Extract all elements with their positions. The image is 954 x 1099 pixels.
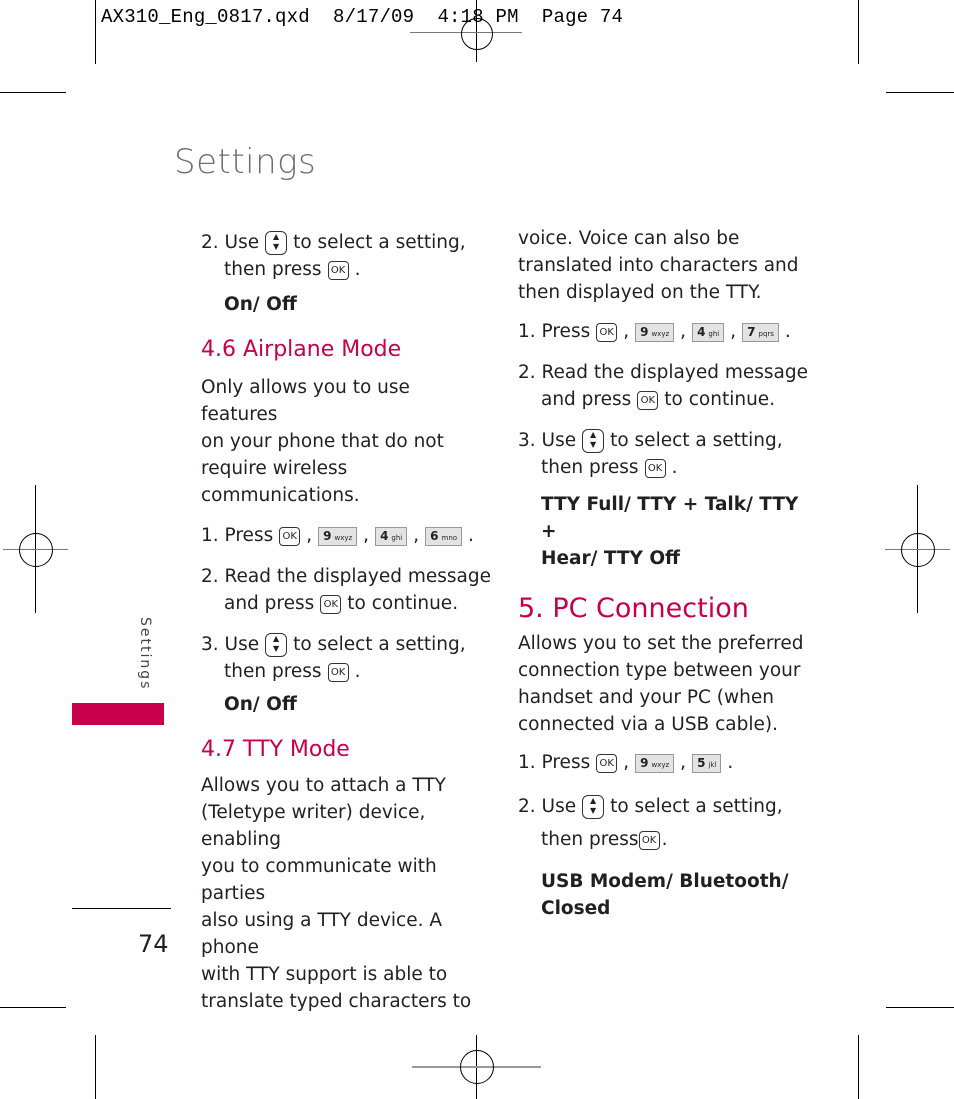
ok-key-icon: OK	[644, 458, 666, 478]
ok-key-icon: OK	[637, 390, 659, 410]
crop-mark	[0, 1007, 66, 1008]
step: 1. Press OK, 9 wxyz, 4 ghi, 6 mno.	[201, 525, 474, 546]
crop-mark	[95, 0, 96, 64]
key-4-icon: 4 ghi	[692, 322, 725, 342]
side-tab-bar	[72, 703, 164, 725]
key-9-icon: 9 wxyz	[318, 526, 358, 546]
registration-circle	[901, 533, 935, 567]
ok-key-icon: OK	[596, 753, 618, 773]
options: On/ Off	[224, 694, 297, 715]
ok-key-icon: OK	[279, 526, 301, 546]
key-9-icon: 9 wxyz	[635, 322, 675, 342]
key-4-icon: 4 ghi	[375, 526, 408, 546]
ok-key-icon: OK	[596, 322, 618, 342]
crop-mark	[858, 1035, 859, 1099]
nav-key-icon: ▲ ▼	[582, 429, 605, 453]
ok-key-icon: OK	[320, 594, 342, 614]
print-slug: AX310_Eng_0817.qxd 8/17/09 4:18 PM Page …	[101, 6, 624, 28]
step: 1. Press OK, 9 wxyz, 4 ghi, 7 pqrs.	[518, 321, 791, 342]
step: 3. Use ▲ ▼ to select a setting,	[518, 429, 783, 453]
key-7-icon: 7 pqrs	[742, 322, 779, 342]
nav-key-icon: ▲ ▼	[582, 795, 605, 819]
ok-key-icon: OK	[327, 260, 349, 280]
nav-key-icon: ▲ ▼	[265, 231, 288, 255]
side-tab-label: Settings	[137, 617, 153, 691]
ok-key-icon: OK	[327, 662, 349, 682]
options: USB Modem/ Bluetooth/	[541, 871, 789, 892]
page-title: Settings	[174, 142, 317, 182]
step: 1. Press OK, 9 wxyz, 5 jkl.	[518, 752, 734, 773]
section-heading: 5. PC Connection	[518, 593, 749, 624]
options: Hear/ TTY Off	[541, 548, 681, 569]
left-column: 2. Use ▲ ▼ to select a setting, then press O…	[201, 229, 491, 1015]
crop-mark	[886, 92, 954, 93]
step: 2. Use ▲ ▼ to select a setting,	[201, 231, 466, 255]
options: On/ Off	[224, 294, 297, 315]
options: Closed	[541, 898, 611, 919]
registration-circle	[460, 1050, 494, 1084]
crop-mark	[95, 1035, 96, 1099]
footer-rule	[72, 908, 171, 909]
ok-key-icon: OK	[638, 830, 660, 850]
key-6-icon: 6 mno	[425, 526, 463, 546]
page-number: 74	[138, 930, 169, 958]
step: 2. Use ▲ ▼ to select a setting,	[518, 795, 783, 819]
crop-mark	[886, 1007, 954, 1008]
section-heading: 4.6 Airplane Mode	[201, 337, 402, 362]
crop-mark	[858, 0, 859, 64]
crop-mark	[0, 92, 66, 93]
key-5-icon: 5 jkl	[692, 753, 722, 773]
nav-key-icon: ▲ ▼	[265, 633, 288, 657]
step: 3. Use ▲ ▼ to select a setting,	[201, 633, 466, 657]
options: TTY Full/ TTY + Talk/ TTY +	[541, 494, 799, 542]
right-column: voice. Voice can also be translated into…	[518, 225, 818, 922]
registration-circle	[19, 533, 53, 567]
section-heading: 4.7 TTY Mode	[201, 737, 350, 762]
key-9-icon: 9 wxyz	[635, 753, 675, 773]
